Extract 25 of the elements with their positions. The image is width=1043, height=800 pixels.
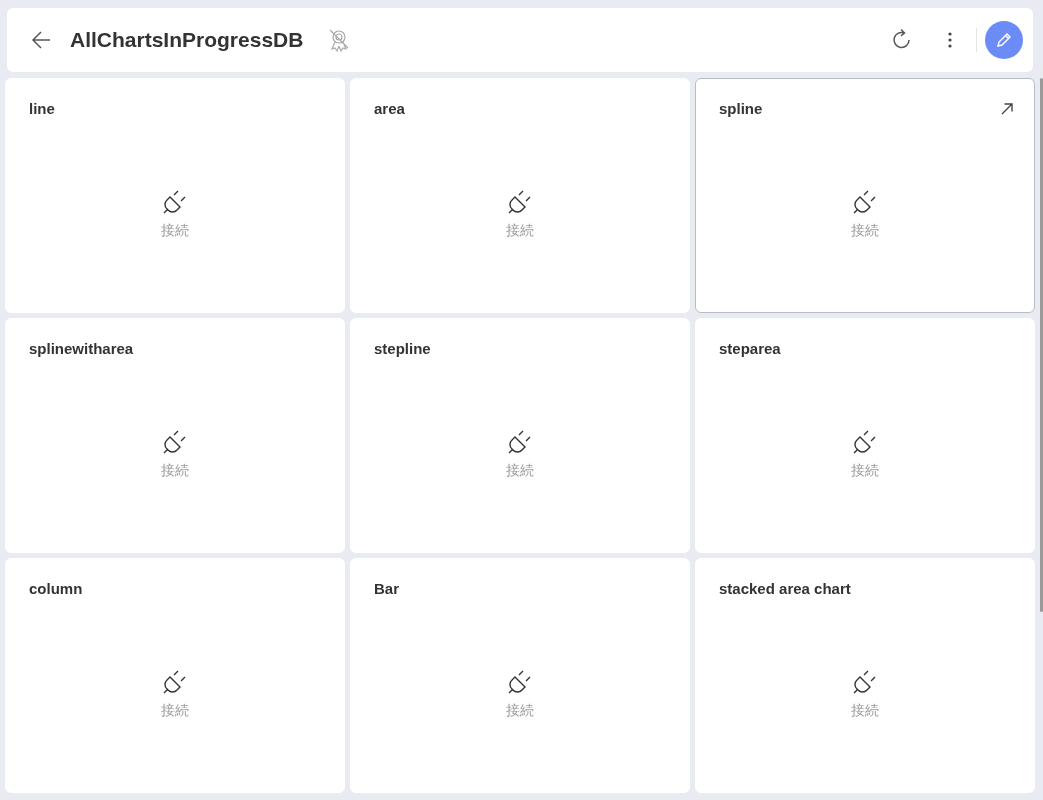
- card-title: steparea: [719, 338, 781, 359]
- chart-card[interactable]: stacked area chart 接続: [695, 558, 1035, 793]
- chart-card[interactable]: splinewitharea 接続: [5, 318, 345, 553]
- chart-card[interactable]: column 接続: [5, 558, 345, 793]
- expand-arrow-icon[interactable]: [1000, 102, 1014, 116]
- card-title: Bar: [374, 578, 399, 599]
- back-arrow-icon: [30, 29, 52, 51]
- card-title: splinewitharea: [29, 338, 134, 359]
- card-title: area: [374, 98, 405, 119]
- more-vertical-icon: [948, 32, 952, 48]
- card-title: column: [29, 578, 83, 599]
- card-title: stepline: [374, 338, 431, 359]
- card-title: line: [29, 98, 55, 119]
- chart-card[interactable]: area 接続: [350, 78, 690, 313]
- chart-card[interactable]: steparea 接続: [695, 318, 1035, 553]
- pencil-icon: [995, 31, 1013, 49]
- edit-button[interactable]: [985, 21, 1023, 59]
- chart-card[interactable]: Bar 接続: [350, 558, 690, 793]
- scrollbar-thumb[interactable]: [1040, 78, 1043, 612]
- card-title: stacked area chart: [719, 578, 851, 599]
- chart-card[interactable]: spline 接続: [695, 78, 1035, 313]
- chart-card[interactable]: line 接続: [5, 78, 345, 313]
- card-title: spline: [719, 98, 763, 119]
- chart-card[interactable]: stepline 接続: [350, 318, 690, 553]
- dashboard-title: AllChartsInProgressDB: [70, 27, 304, 54]
